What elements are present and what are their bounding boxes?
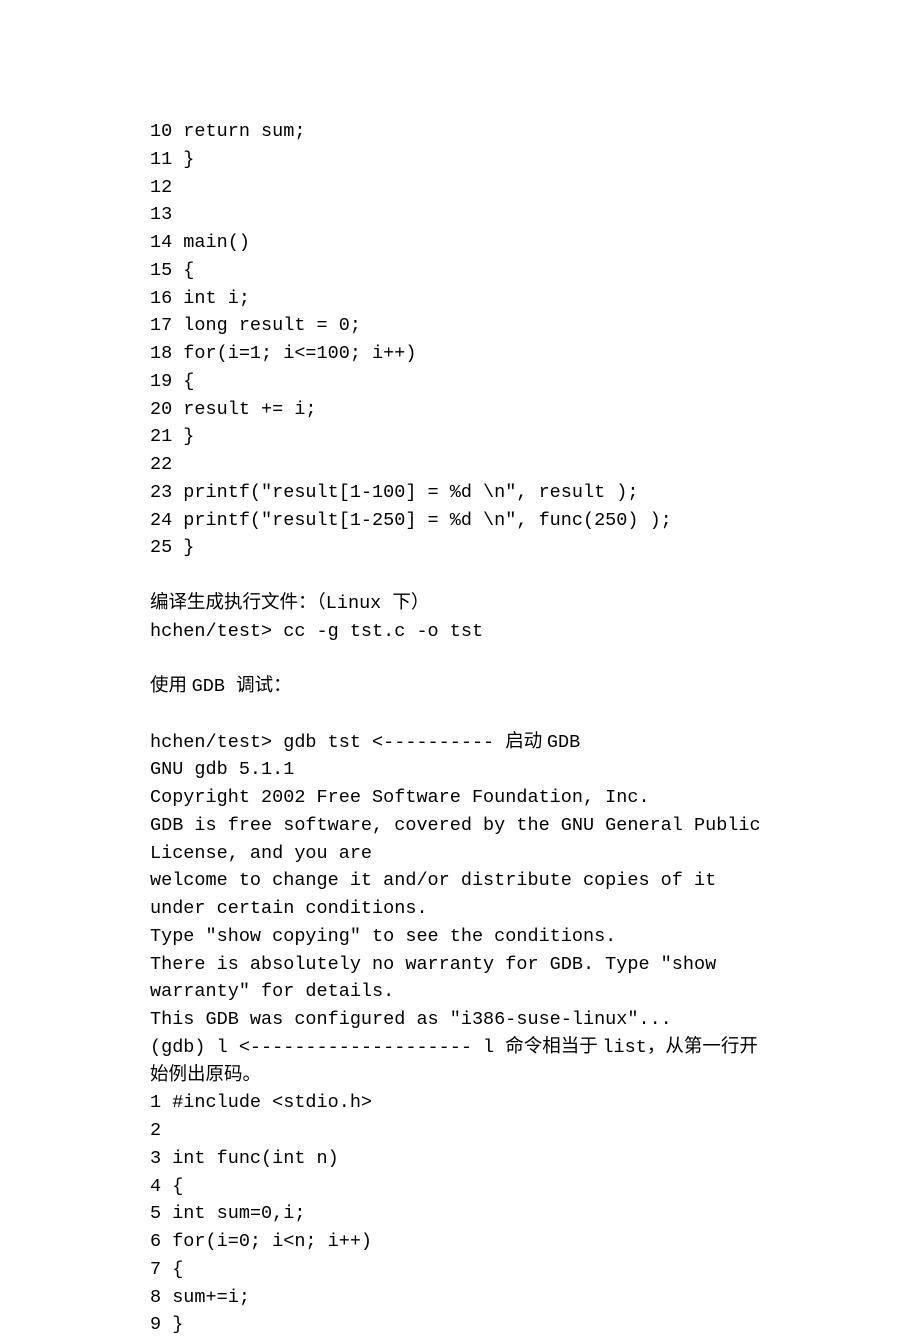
document-line (150, 701, 770, 729)
document-line (150, 562, 770, 590)
document-line: 4 { (150, 1173, 770, 1201)
document-line: 19 { (150, 368, 770, 396)
document-line: hchen/test> gdb tst <---------- 启动 GDB (150, 729, 770, 757)
document-line: There is absolutely no warranty for GDB.… (150, 951, 770, 1007)
document-line: welcome to change it and/or distribute c… (150, 867, 770, 923)
document-line: 25 } (150, 534, 770, 562)
document-line: hchen/test> cc -g tst.c -o tst (150, 618, 770, 646)
document-line: 10 return sum; (150, 118, 770, 146)
document-line: 12 (150, 174, 770, 202)
document-line: 15 { (150, 257, 770, 285)
document-line: This GDB was configured as "i386-suse-li… (150, 1006, 770, 1034)
document-line (150, 645, 770, 673)
document-line: 18 for(i=1; i<=100; i++) (150, 340, 770, 368)
document-line: 7 { (150, 1256, 770, 1284)
document-line: GNU gdb 5.1.1 (150, 756, 770, 784)
document-line: 20 result += i; (150, 396, 770, 424)
document-line: 9 } (150, 1311, 770, 1339)
document-line: 3 int func(int n) (150, 1145, 770, 1173)
document-line: 2 (150, 1117, 770, 1145)
document-line: 13 (150, 201, 770, 229)
document-line: Copyright 2002 Free Software Foundation,… (150, 784, 770, 812)
document-line: 24 printf("result[1-250] = %d \n", func(… (150, 507, 770, 535)
document-line: 23 printf("result[1-100] = %d \n", resul… (150, 479, 770, 507)
document-line: 6 for(i=0; i<n; i++) (150, 1228, 770, 1256)
document-line: 21 } (150, 423, 770, 451)
document-line: (gdb) l <-------------------- l 命令相当于 li… (150, 1034, 770, 1090)
document-body: 10 return sum;11 }121314 main()15 {16 in… (150, 118, 770, 1339)
document-line: 11 } (150, 146, 770, 174)
document-line: Type "show copying" to see the condition… (150, 923, 770, 951)
document-line: 5 int sum=0,i; (150, 1200, 770, 1228)
document-line: 14 main() (150, 229, 770, 257)
document-line: GDB is free software, covered by the GNU… (150, 812, 770, 868)
document-line: 编译生成执行文件：（Linux 下） (150, 590, 770, 618)
document-line: 使用 GDB 调试： (150, 673, 770, 701)
document-line: 8 sum+=i; (150, 1284, 770, 1312)
document-line: 1 #include <stdio.h> (150, 1089, 770, 1117)
document-line: 22 (150, 451, 770, 479)
document-line: 16 int i; (150, 285, 770, 313)
document-line: 17 long result = 0; (150, 312, 770, 340)
